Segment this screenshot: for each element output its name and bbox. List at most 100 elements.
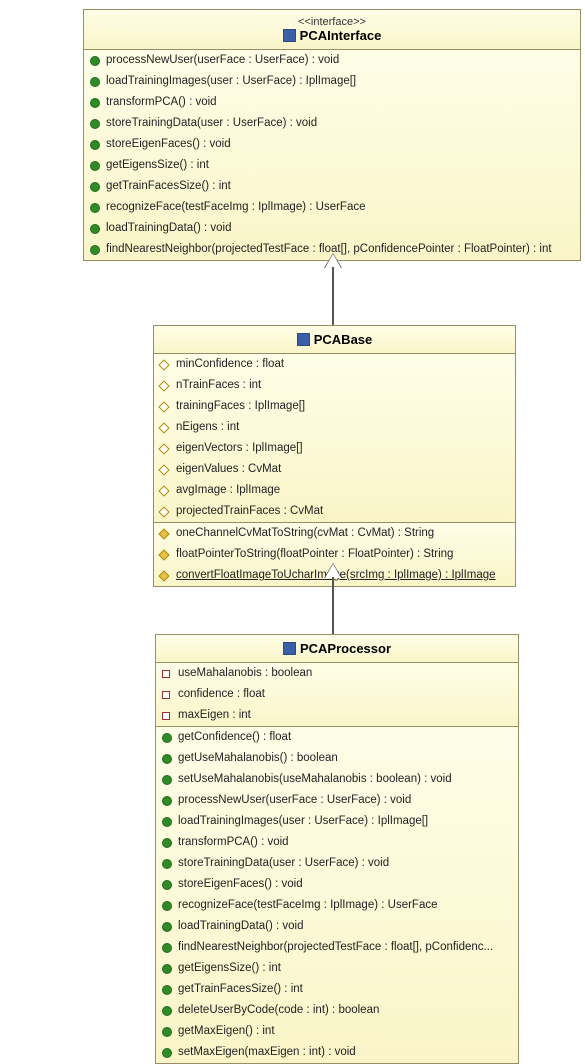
- realization-arrow-fill: [325, 254, 341, 268]
- member-row: nEigens : int: [154, 417, 515, 438]
- member-row: floatPointerToString(floatPointer : Floa…: [154, 544, 515, 565]
- public-icon: [162, 796, 172, 806]
- protected-icon: [158, 549, 169, 560]
- member-row: processNewUser(userFace : UserFace) : vo…: [84, 50, 580, 71]
- class-header: PCAProcessor: [156, 635, 518, 663]
- member-text: getConfidence() : float: [178, 729, 291, 746]
- member-row: getMaxEigen() : int: [156, 1021, 518, 1042]
- private-icon: [162, 670, 170, 678]
- member-row: projectedTrainFaces : CvMat: [154, 501, 515, 522]
- private-icon: [162, 712, 170, 720]
- private-icon: [162, 691, 170, 699]
- member-text: projectedTrainFaces : CvMat: [176, 503, 323, 520]
- public-icon: [162, 985, 172, 995]
- member-row: getTrainFacesSize() : int: [156, 979, 518, 1000]
- attributes-compartment: minConfidence : float nTrainFaces : int tr…: [154, 354, 515, 523]
- member-row: getEigensSize() : int: [156, 958, 518, 979]
- public-icon: [162, 943, 172, 953]
- class-icon: [283, 29, 296, 42]
- member-text: getEigensSize() : int: [106, 157, 209, 174]
- member-text: getMaxEigen() : int: [178, 1023, 275, 1040]
- member-row: getTrainFacesSize() : int: [84, 176, 580, 197]
- member-text: setUseMahalanobis(useMahalanobis : boole…: [178, 771, 452, 788]
- member-row: oneChannelCvMatToString(cvMat : CvMat) :…: [154, 523, 515, 544]
- public-icon: [162, 922, 172, 932]
- member-text: maxEigen : int: [178, 707, 251, 724]
- methods-compartment: processNewUser(userFace : UserFace) : vo…: [84, 50, 580, 260]
- member-text: recognizeFace(testFaceImg : IplImage) : …: [178, 897, 438, 914]
- member-row: recognizeFace(testFaceImg : IplImage) : …: [156, 895, 518, 916]
- protected-icon: [158, 570, 169, 581]
- public-icon: [90, 245, 100, 255]
- member-text: processNewUser(userFace : UserFace) : vo…: [106, 52, 339, 69]
- member-row: nTrainFaces : int: [154, 375, 515, 396]
- member-text: processNewUser(userFace : UserFace) : vo…: [178, 792, 411, 809]
- member-text: getTrainFacesSize() : int: [178, 981, 303, 998]
- public-icon: [90, 98, 100, 108]
- class-name: PCAInterface: [88, 28, 576, 43]
- member-text: nTrainFaces : int: [176, 377, 261, 394]
- member-row: maxEigen : int: [156, 705, 518, 726]
- member-text: eigenValues : CvMat: [176, 461, 281, 478]
- member-row: processNewUser(userFace : UserFace) : vo…: [156, 790, 518, 811]
- member-text: minConfidence : float: [176, 356, 284, 373]
- member-row: trainingFaces : IplImage[]: [154, 396, 515, 417]
- protected-icon: [158, 464, 169, 475]
- member-text: setMaxEigen(maxEigen : int) : void: [178, 1044, 356, 1061]
- protected-icon: [158, 380, 169, 391]
- member-text: oneChannelCvMatToString(cvMat : CvMat) :…: [176, 525, 434, 542]
- member-text: avgImage : IplImage: [176, 482, 280, 499]
- public-icon: [162, 754, 172, 764]
- public-icon: [90, 119, 100, 129]
- member-text: transformPCA() : void: [178, 834, 289, 851]
- member-row: storeTrainingData(user : UserFace) : voi…: [156, 853, 518, 874]
- member-text: loadTrainingData() : void: [106, 220, 232, 237]
- member-text: nEigens : int: [176, 419, 239, 436]
- member-text: eigenVectors : IplImage[]: [176, 440, 303, 457]
- member-text: loadTrainingData() : void: [178, 918, 304, 935]
- member-row: storeEigenFaces() : void: [156, 874, 518, 895]
- class-name: PCABase: [158, 332, 511, 347]
- member-text: getTrainFacesSize() : int: [106, 178, 231, 195]
- member-text: transformPCA() : void: [106, 94, 217, 111]
- member-text: confidence : float: [178, 686, 265, 703]
- member-row: getConfidence() : float: [156, 727, 518, 748]
- member-row: setMaxEigen(maxEigen : int) : void: [156, 1042, 518, 1063]
- member-row: useMahalanobis : boolean: [156, 663, 518, 684]
- member-text: trainingFaces : IplImage[]: [176, 398, 305, 415]
- protected-icon: [158, 443, 169, 454]
- member-row: eigenValues : CvMat: [154, 459, 515, 480]
- protected-icon: [158, 401, 169, 412]
- member-row: minConfidence : float: [154, 354, 515, 375]
- class-pcaprocessor: PCAProcessor useMahalanobis : boolean con…: [155, 634, 519, 1064]
- public-icon: [90, 182, 100, 192]
- class-icon: [297, 333, 310, 346]
- public-icon: [162, 838, 172, 848]
- member-text: useMahalanobis : boolean: [178, 665, 312, 682]
- class-header: PCABase: [154, 326, 515, 354]
- member-text: recognizeFace(testFaceImg : IplImage) : …: [106, 199, 366, 216]
- member-text: loadTrainingImages(user : UserFace) : Ip…: [178, 813, 428, 830]
- member-row: eigenVectors : IplImage[]: [154, 438, 515, 459]
- class-name: PCAProcessor: [160, 641, 514, 656]
- member-row: loadTrainingData() : void: [84, 218, 580, 239]
- public-icon: [162, 901, 172, 911]
- attributes-compartment: useMahalanobis : boolean confidence : flo…: [156, 663, 518, 727]
- member-text: storeTrainingData(user : UserFace) : voi…: [178, 855, 389, 872]
- member-text: storeTrainingData(user : UserFace) : voi…: [106, 115, 317, 132]
- member-row: transformPCA() : void: [84, 92, 580, 113]
- class-pcainterface: <<interface>> PCAInterface processNewUse…: [83, 9, 581, 261]
- public-icon: [162, 880, 172, 890]
- public-icon: [90, 140, 100, 150]
- protected-icon: [158, 506, 169, 517]
- class-header: <<interface>> PCAInterface: [84, 10, 580, 50]
- member-row: transformPCA() : void: [156, 832, 518, 853]
- member-row: getEigensSize() : int: [84, 155, 580, 176]
- member-row: loadTrainingData() : void: [156, 916, 518, 937]
- member-row: avgImage : IplImage: [154, 480, 515, 501]
- member-text: findNearestNeighbor(projectedTestFace : …: [178, 939, 493, 956]
- member-text: floatPointerToString(floatPointer : Floa…: [176, 546, 453, 563]
- connector-line: [332, 577, 334, 634]
- public-icon: [162, 1027, 172, 1037]
- public-icon: [90, 77, 100, 87]
